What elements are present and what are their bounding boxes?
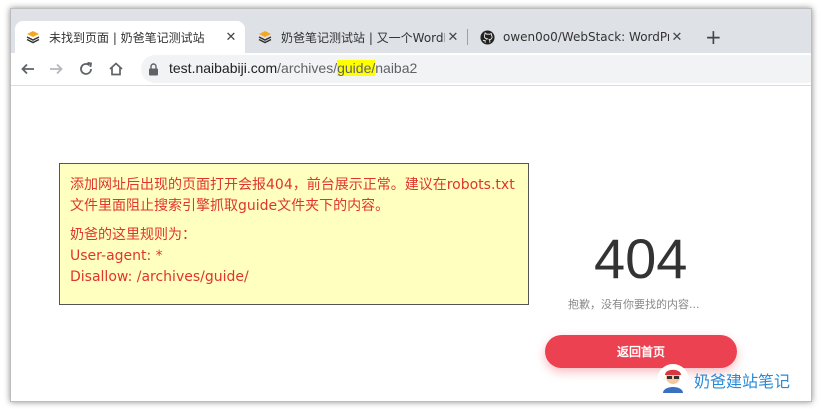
forward-arrow-icon: [50, 63, 63, 75]
watermark-text: 奶爸建站笔记: [694, 372, 791, 391]
url-highlight: guide/: [337, 60, 376, 76]
browser-toolbar: test.naibabiji.com/archives/guide/naiba2: [11, 53, 811, 86]
note-rule-disallow: Disallow: /archives/guide/: [70, 269, 249, 285]
home-button[interactable]: [105, 58, 127, 80]
watermark: 奶爸建站笔记: [656, 363, 790, 397]
close-tab-icon[interactable]: ✕: [445, 30, 461, 45]
note-rules-heading: 奶爸的这里规则为：: [70, 227, 196, 243]
tab-title: 未找到页面 | 奶爸笔记测试站: [49, 30, 205, 45]
close-tab-icon[interactable]: ✕: [669, 30, 685, 45]
tab-strip: 未找到页面 | 奶爸笔记测试站 ✕ 奶爸笔记测试站 | 又一个WordPre ✕…: [11, 9, 811, 53]
url-path-end: naiba2: [375, 60, 418, 76]
page-content: 添加网址后出现的页面打开会报404，前台展示正常。建议在robots.txt文件…: [11, 86, 811, 401]
layers-icon: [25, 29, 41, 45]
tab-title: owen0o0/WebStack: WordPre: [503, 30, 669, 44]
lock-icon: [149, 63, 158, 76]
tab-test-site[interactable]: 奶爸笔记测试站 | 又一个WordPre ✕: [247, 21, 467, 53]
url-text: test.naibabiji.com/archives/guide/naiba2: [169, 60, 417, 76]
github-icon: [479, 29, 495, 45]
browser-window: 未找到页面 | 奶爸笔记测试站 ✕ 奶爸笔记测试站 | 又一个WordPre ✕…: [10, 8, 812, 402]
reload-button[interactable]: [75, 58, 97, 80]
address-bar[interactable]: test.naibabiji.com/archives/guide/naiba2: [141, 55, 811, 83]
note-rule-user-agent: User-agent: *: [70, 248, 163, 264]
url-host: test.naibabiji.com: [169, 60, 278, 76]
avatar-logo-icon: [657, 364, 689, 396]
tab-github[interactable]: owen0o0/WebStack: WordPre ✕: [469, 21, 691, 53]
close-tab-icon[interactable]: ✕: [223, 30, 239, 45]
tab-separator: [467, 29, 468, 45]
error-message: 抱歉，没有你要找的内容...: [568, 298, 700, 311]
forward-button[interactable]: [45, 58, 67, 80]
new-tab-button[interactable]: +: [705, 25, 722, 49]
reload-icon: [80, 61, 93, 75]
url-path: /archives/: [277, 60, 338, 76]
back-button[interactable]: [17, 58, 39, 80]
error-code: 404: [594, 227, 688, 290]
tab-not-found[interactable]: 未找到页面 | 奶爸笔记测试站 ✕: [15, 21, 245, 53]
home-icon: [109, 62, 123, 76]
back-arrow-icon: [21, 63, 34, 75]
annotation-note: 添加网址后出现的页面打开会报404，前台展示正常。建议在robots.txt文件…: [59, 163, 529, 305]
note-paragraph: 添加网址后出现的页面打开会报404，前台展示正常。建议在robots.txt文件…: [70, 177, 515, 214]
tab-title: 奶爸笔记测试站 | 又一个WordPre: [281, 30, 445, 45]
layers-icon: [257, 29, 273, 45]
